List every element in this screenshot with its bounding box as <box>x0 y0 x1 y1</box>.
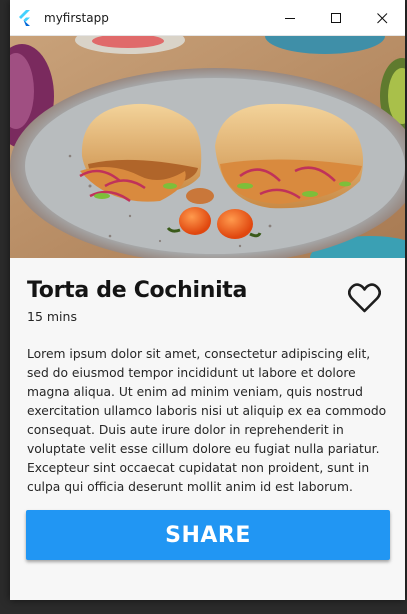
maximize-icon <box>330 9 342 28</box>
title-bar[interactable]: myfirstapp <box>10 0 405 36</box>
heart-outline-icon <box>347 283 381 317</box>
flutter-logo-icon <box>18 9 34 26</box>
share-button[interactable]: SHARE <box>26 510 390 560</box>
recipe-title: Torta de Cochinita <box>27 278 248 303</box>
minimize-button[interactable] <box>267 0 313 36</box>
recipe-description: Lorem ipsum dolor sit amet, consectetur … <box>27 347 387 494</box>
window-title: myfirstapp <box>44 10 109 25</box>
close-button[interactable] <box>359 0 405 36</box>
app-window: myfirstapp Torta de Cochinita 15 mins Lo… <box>10 0 405 600</box>
close-icon <box>376 9 388 28</box>
recipe-header: Torta de Cochinita 15 mins <box>10 258 405 338</box>
window-controls <box>267 0 405 36</box>
maximize-button[interactable] <box>313 0 359 36</box>
recipe-duration: 15 mins <box>27 309 77 324</box>
favorite-button[interactable] <box>344 282 384 318</box>
recipe-image <box>10 36 405 258</box>
minimize-icon <box>284 9 296 28</box>
